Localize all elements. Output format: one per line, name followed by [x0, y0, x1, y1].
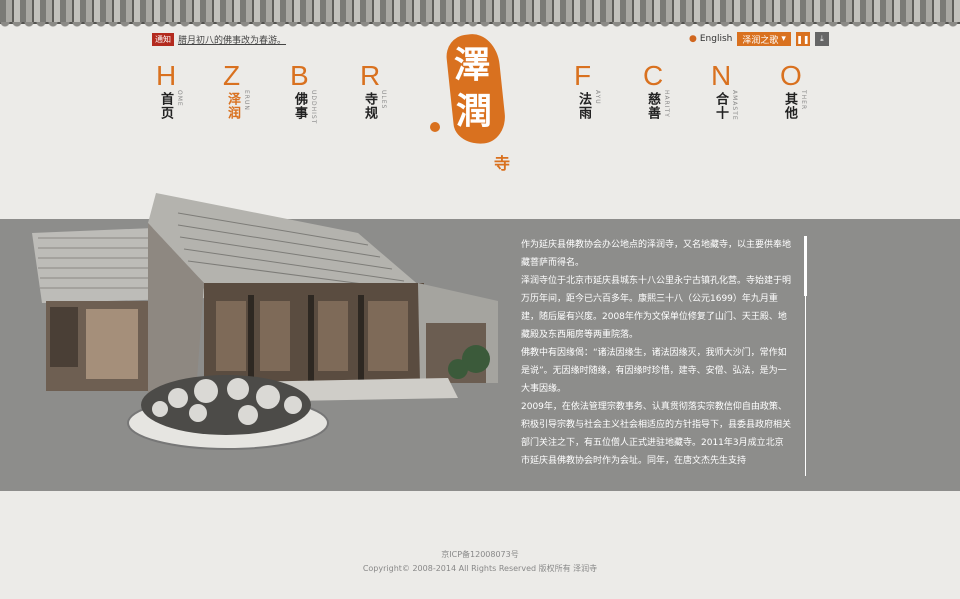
- nav-label: 佛事: [292, 92, 307, 120]
- nav-sub-label: ULES: [380, 90, 387, 110]
- nav-label: 首页: [158, 92, 173, 120]
- intro-paragraph: 作为延庆县佛教协会办公地点的泽润寺，又名地藏寺，以主要供奉地藏菩萨而得名。: [521, 240, 791, 268]
- pause-icon: ❚❚: [796, 34, 810, 44]
- nav-sub-label: THER: [800, 90, 807, 111]
- nav-letter: H: [156, 60, 177, 91]
- logo-char-1: 澤: [454, 44, 491, 86]
- pause-button[interactable]: ❚❚: [795, 32, 810, 46]
- nav-item-home[interactable]: H 首页 OME: [156, 62, 200, 126]
- nav-item-rules[interactable]: R 寺规 ULES: [360, 62, 404, 126]
- nav-sub-label: ERUN: [243, 90, 250, 111]
- notice-link[interactable]: 腊月初八的佛事改为春游。: [178, 33, 286, 46]
- nav-item-fayu[interactable]: F 法雨 AYU: [574, 62, 618, 126]
- nav-label: 泽润: [225, 92, 240, 120]
- language-switch[interactable]: ● English: [689, 34, 732, 44]
- music-select-button[interactable]: 泽润之歌 ▾: [737, 32, 791, 46]
- nav-label: 慈善: [645, 92, 660, 120]
- temple-logo[interactable]: 澤 潤 寺: [428, 26, 518, 173]
- nav-sub-label: OME: [176, 90, 183, 107]
- nav-sub-label: AYU: [594, 90, 601, 105]
- language-label: English: [699, 34, 733, 44]
- notice-badge: 通知: [152, 33, 174, 46]
- logo-ink-dot: [430, 122, 440, 132]
- icp-number[interactable]: 京ICP备12008073号: [0, 548, 960, 562]
- nav-label: 合十: [713, 92, 728, 120]
- notice-bar: 通知 腊月初八的佛事改为春游。: [152, 33, 286, 46]
- nav-letter: N: [711, 60, 732, 91]
- nav-item-other[interactable]: O 其他 THER: [780, 62, 824, 126]
- nav-label: 法雨: [576, 92, 591, 120]
- nav-letter: Z: [223, 60, 241, 91]
- intro-paragraph: 2009年，在依法管理宗教事务、认真贯彻落实宗教信仰自由政策、积极引导宗教与社会…: [521, 402, 791, 466]
- nav-label: 其他: [782, 92, 797, 120]
- nav-letter: O: [780, 60, 802, 91]
- intro-paragraph: 佛教中有因缘偈：“诸法因缘生，诸法因缘灭，我师大沙门，常作如是说”。无因缘时随缘…: [521, 348, 787, 394]
- nav-letter: F: [574, 60, 592, 91]
- nav-sub-label: UDDHIST: [310, 90, 317, 125]
- logo-char-3: 寺: [494, 154, 511, 173]
- top-controls: ● English 泽润之歌 ▾ ❚❚ ⤓: [689, 32, 829, 46]
- nav-label: 寺规: [362, 92, 377, 120]
- logo-char-2: 潤: [456, 90, 493, 132]
- nav-sub-label: HARITY: [663, 90, 670, 118]
- nav-item-buddhist[interactable]: B 佛事 UDDHIST: [290, 62, 334, 126]
- intro-text: 作为延庆县佛教协会办公地点的泽润寺，又名地藏寺，以主要供奉地藏菩萨而得名。 泽润…: [521, 236, 791, 476]
- nav-sub-label: AMASTE: [731, 90, 738, 121]
- footer: 京ICP备12008073号 Copyright© 2008-2014 All …: [0, 548, 960, 576]
- scrollbar-thumb[interactable]: [804, 236, 807, 296]
- download-icon: ⤓: [820, 34, 824, 43]
- intro-paragraph: 泽润寺位于北京市延庆县城东十八公里永宁古镇孔化营。寺始建于明万历年间，距今已六百…: [521, 276, 791, 340]
- nav-item-namaste[interactable]: N 合十 AMASTE: [711, 62, 755, 126]
- temple-building-photo: [32, 193, 498, 450]
- music-label: 泽润之歌: [742, 35, 779, 46]
- nav-letter: C: [643, 60, 664, 91]
- bullet-icon: ●: [689, 34, 697, 44]
- nav-item-zerun[interactable]: Z 泽润 ERUN: [223, 62, 267, 126]
- nav-letter: B: [290, 60, 309, 91]
- chevron-down-icon: ▾: [781, 34, 786, 44]
- copyright-text: Copyright© 2008-2014 All Rights Reserved…: [362, 564, 598, 573]
- roof-tile-header: [0, 0, 960, 28]
- nav-letter: R: [360, 60, 381, 91]
- nav-item-charity[interactable]: C 慈善 HARITY: [643, 62, 687, 126]
- download-button[interactable]: ⤓: [814, 32, 829, 46]
